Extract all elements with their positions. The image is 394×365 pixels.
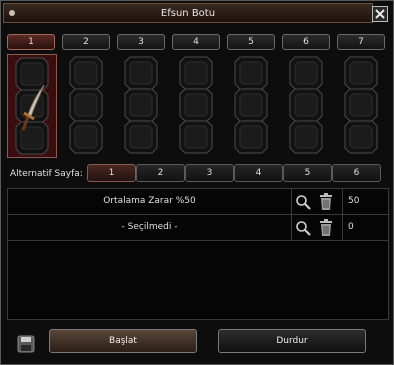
item-slot[interactable] [344, 88, 378, 122]
alternate-page-button-2[interactable]: 2 [136, 164, 185, 182]
divider [291, 215, 292, 240]
efsun-bot-window: Efsun Botu 1234567 Alternatif Sayfa: 123… [0, 0, 394, 365]
item-slot[interactable] [69, 120, 103, 154]
trash-icon[interactable] [318, 193, 334, 211]
bonus-value[interactable]: 50 [348, 189, 359, 214]
column-slots [117, 54, 167, 158]
bonus-row[interactable]: - Seçilmedi - 0 [8, 215, 388, 241]
item-slot[interactable] [179, 120, 213, 154]
bonus-columns: 1234567 [7, 30, 389, 160]
floppy-disk-icon[interactable] [17, 335, 35, 353]
item-slot[interactable] [179, 56, 213, 90]
trash-icon[interactable] [318, 219, 334, 237]
search-icon[interactable] [295, 194, 311, 210]
alternate-page-label: Alternatif Sayfa: [10, 169, 83, 179]
alternate-page-button-3[interactable]: 3 [185, 164, 234, 182]
alternate-page-button-5[interactable]: 5 [283, 164, 332, 182]
column-tab-2[interactable]: 2 [62, 34, 110, 50]
column-slots [227, 54, 277, 158]
sword-icon[interactable] [18, 83, 48, 136]
close-icon [375, 9, 385, 19]
bonus-column-3[interactable]: 3 [117, 30, 167, 160]
bonus-column-4[interactable]: 4 [172, 30, 222, 160]
column-tab-4[interactable]: 4 [172, 34, 220, 50]
column-slots [337, 54, 387, 158]
alternate-page-button-6[interactable]: 6 [332, 164, 381, 182]
item-slot[interactable] [179, 88, 213, 122]
item-slot[interactable] [69, 56, 103, 90]
column-tab-3[interactable]: 3 [117, 34, 165, 50]
bonus-column-5[interactable]: 5 [227, 30, 277, 160]
column-tab-5[interactable]: 5 [227, 34, 275, 50]
title-bar[interactable]: Efsun Botu [3, 3, 373, 23]
column-slots [172, 54, 222, 158]
item-slot[interactable] [344, 120, 378, 154]
bonus-name[interactable]: Ortalama Zarar %50 [8, 189, 291, 214]
footer-bar: Başlat Durdur [7, 323, 389, 360]
bonus-row[interactable]: Ortalama Zarar %50 50 [8, 189, 388, 215]
search-icon[interactable] [295, 220, 311, 236]
bonus-column-6[interactable]: 6 [282, 30, 332, 160]
item-slot[interactable] [344, 56, 378, 90]
column-tab-1[interactable]: 1 [7, 34, 55, 50]
column-slots [62, 54, 112, 158]
item-slot[interactable] [124, 120, 158, 154]
alternate-page-button-1[interactable]: 1 [87, 164, 136, 182]
bonus-column-1[interactable]: 1 [7, 30, 57, 160]
item-slot[interactable] [289, 88, 323, 122]
item-slot[interactable] [124, 88, 158, 122]
item-slot[interactable] [69, 88, 103, 122]
column-tab-6[interactable]: 6 [282, 34, 330, 50]
alternate-page-button-4[interactable]: 4 [234, 164, 283, 182]
column-slots [282, 54, 332, 158]
bonus-list-panel: Ortalama Zarar %50 50 - Seçilmedi - 0 [7, 188, 389, 320]
divider [291, 189, 292, 214]
bonus-name[interactable]: - Seçilmedi - [8, 215, 291, 240]
item-slot[interactable] [124, 56, 158, 90]
bonus-column-2[interactable]: 2 [62, 30, 112, 160]
bonus-column-7[interactable]: 7 [337, 30, 387, 160]
bonus-value[interactable]: 0 [348, 215, 354, 240]
stop-button[interactable]: Durdur [218, 329, 366, 353]
start-button[interactable]: Başlat [49, 329, 197, 353]
column-tab-7[interactable]: 7 [337, 34, 385, 50]
item-slot[interactable] [234, 88, 268, 122]
item-slot[interactable] [234, 120, 268, 154]
column-slots [7, 54, 57, 158]
divider [342, 215, 343, 240]
divider [342, 189, 343, 214]
close-button[interactable] [372, 6, 388, 22]
item-slot[interactable] [289, 120, 323, 154]
item-slot[interactable] [289, 56, 323, 90]
window-title: Efsun Botu [160, 8, 216, 19]
item-slot[interactable] [234, 56, 268, 90]
